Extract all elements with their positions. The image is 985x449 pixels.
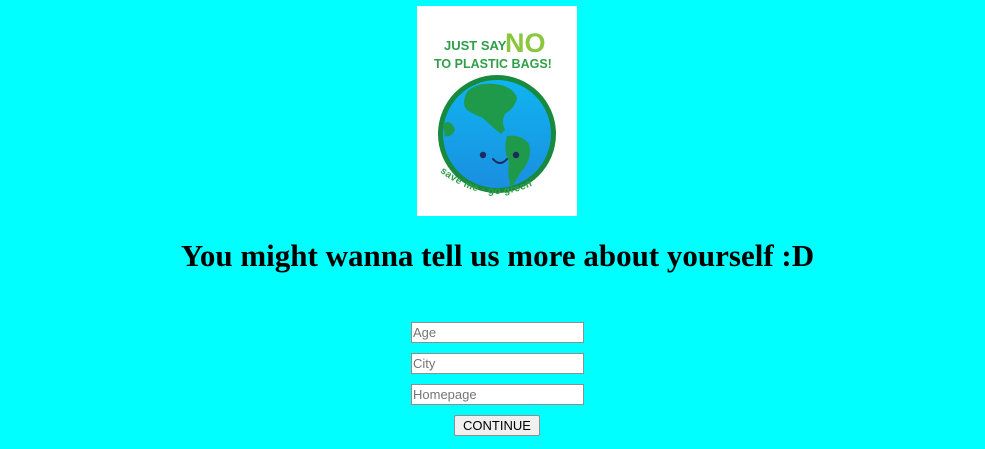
save-earth-poster-image: JUST SAY NO TO PLASTIC BAGS! save me · g… (417, 6, 577, 216)
city-input[interactable] (411, 353, 584, 374)
page: JUST SAY NO TO PLASTIC BAGS! save me · g… (0, 0, 985, 449)
continue-button[interactable]: CONTINUE (454, 415, 540, 436)
poster-line2-text: TO PLASTIC BAGS! (434, 57, 552, 71)
poster-graphic: JUST SAY NO TO PLASTIC BAGS! save me · g… (434, 28, 556, 197)
globe-eye-right (512, 151, 520, 159)
page-heading: You might wanna tell us more about yours… (180, 238, 815, 273)
age-input[interactable] (411, 322, 584, 343)
poster-line1-text: JUST SAY (444, 38, 507, 53)
homepage-input[interactable] (411, 384, 584, 405)
globe-eye-left (479, 151, 487, 159)
poster-no-text: NO (505, 28, 546, 58)
